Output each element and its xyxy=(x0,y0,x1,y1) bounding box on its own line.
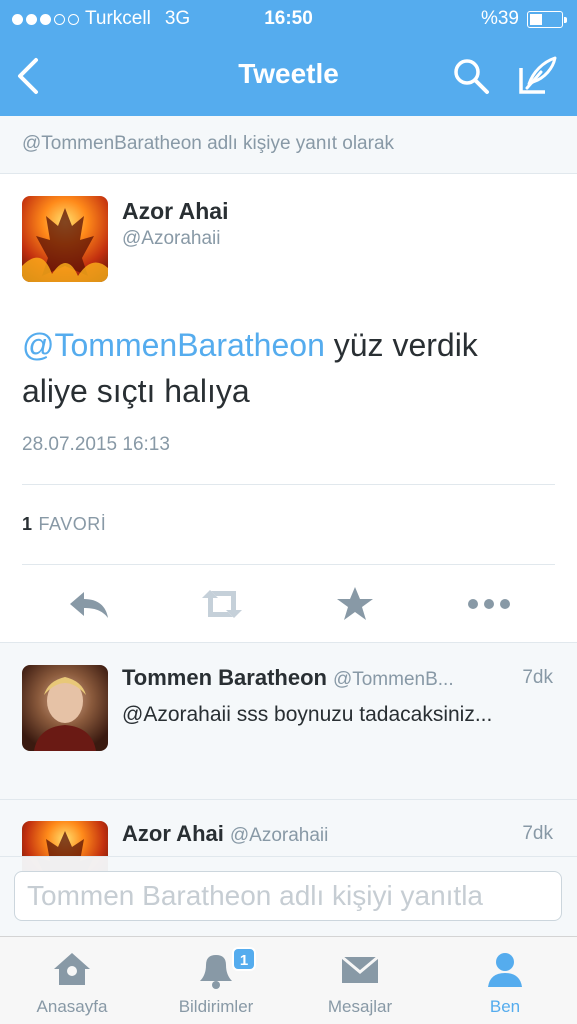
nav-bar: Tweetle xyxy=(0,46,577,106)
avatar[interactable] xyxy=(22,665,108,751)
avatar[interactable] xyxy=(22,196,108,282)
author-handle[interactable]: @Azorahaii xyxy=(122,228,221,250)
favorites-number: 1 xyxy=(22,514,33,534)
tab-bar: Anasayfa 1 Bildirimler Mesajlar Ben xyxy=(0,936,577,1024)
search-icon[interactable] xyxy=(451,56,491,96)
retweet-icon[interactable] xyxy=(198,584,244,624)
compose-icon[interactable] xyxy=(517,54,559,96)
tweet-timestamp: 28.07.2015 16:13 xyxy=(22,434,170,455)
tab-label: Anasayfa xyxy=(36,997,108,1016)
person-icon xyxy=(483,947,527,991)
envelope-icon xyxy=(338,947,382,991)
tab-label: Mesajlar xyxy=(327,997,393,1016)
top-bar: Turkcell 3G 16:50 %39 Tweetle xyxy=(0,0,577,116)
reply-author[interactable]: Tommen Baratheon @TommenB... xyxy=(122,665,454,691)
tab-messages[interactable]: Mesajlar xyxy=(288,937,432,1024)
reply-context-banner: @TommenBaratheon adlı kişiye yanıt olara… xyxy=(0,116,577,174)
status-bar: Turkcell 3G 16:50 %39 xyxy=(0,6,577,34)
mention-link[interactable]: @TommenBaratheon xyxy=(22,327,325,363)
battery-status: %39 xyxy=(480,8,567,30)
divider xyxy=(0,799,577,800)
divider xyxy=(22,484,555,485)
reply-handle: @Azorahaii xyxy=(229,825,329,846)
reply-icon[interactable] xyxy=(66,584,112,624)
tab-home[interactable]: Anasayfa xyxy=(0,937,144,1024)
star-icon[interactable] xyxy=(334,584,380,624)
notification-badge: 1 xyxy=(232,947,256,971)
reply-handle: @TommenB... xyxy=(332,669,454,690)
reply-compose-bar xyxy=(0,856,577,936)
more-icon[interactable] xyxy=(466,584,512,624)
tweet-text: @TommenBaratheon yüz verdik aliye sıçtı … xyxy=(22,322,542,414)
reply-time: 7dk xyxy=(522,823,553,844)
battery-percent: %39 xyxy=(480,8,519,29)
reply-text: @Azorahaii sss boynuzu tadacaksiniz... xyxy=(122,703,493,726)
divider xyxy=(22,564,555,565)
favorites-count[interactable]: 1 FAVORİ xyxy=(22,514,106,535)
reply-author[interactable]: Azor Ahai @Azorahaii xyxy=(122,821,328,847)
tab-me[interactable]: Ben xyxy=(433,937,577,1024)
tab-label: Bildirimler xyxy=(178,997,254,1016)
home-icon xyxy=(50,947,94,991)
tab-label: Ben xyxy=(489,997,521,1016)
battery-icon xyxy=(527,10,567,28)
reply-input[interactable] xyxy=(14,871,562,921)
tab-notifications[interactable]: 1 Bildirimler xyxy=(144,937,288,1024)
tweet-actions xyxy=(0,584,577,624)
author-name[interactable]: Azor Ahai xyxy=(122,198,229,225)
favorites-label: FAVORİ xyxy=(38,514,107,534)
reply-time: 7dk xyxy=(522,667,553,688)
